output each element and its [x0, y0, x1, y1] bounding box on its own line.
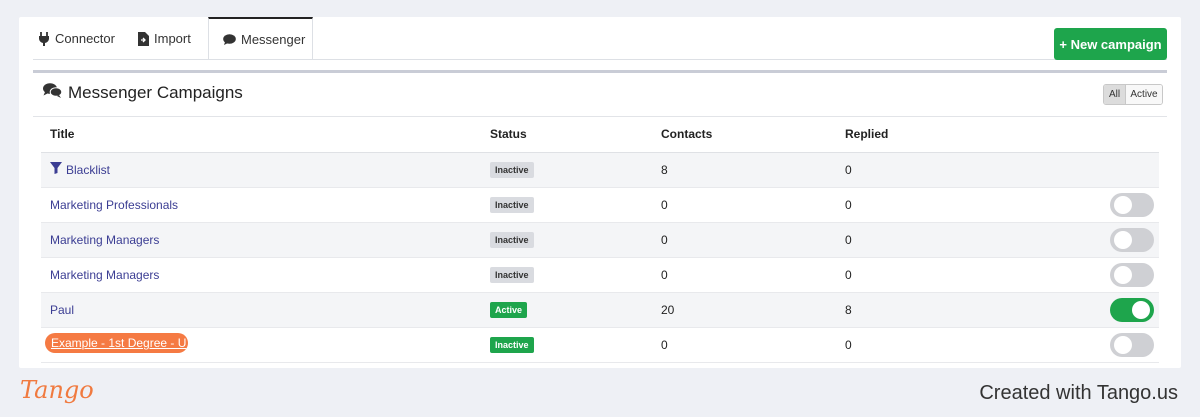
campaign-toggle[interactable] [1110, 332, 1154, 357]
column-header-toggle [1066, 117, 1159, 153]
status-badge: Inactive [490, 161, 534, 178]
campaign-toggle[interactable] [1110, 192, 1154, 217]
chat-bubble-icon [223, 33, 236, 46]
campaign-toggle[interactable] [1110, 297, 1154, 322]
campaign-link-highlighted[interactable]: Example - 1st Degree - U [45, 333, 188, 353]
tab-import[interactable]: Import [138, 17, 208, 60]
toggle-cell [1066, 292, 1159, 328]
toggle-knob [1114, 230, 1132, 249]
panel-title: Messenger Campaigns [43, 83, 243, 103]
new-campaign-button[interactable]: + New campaign [1054, 28, 1167, 60]
contacts-cell: 8 [652, 152, 836, 188]
title-cell: Marketing Managers [41, 222, 481, 258]
status-cell: Inactive [481, 222, 652, 258]
toggle-cell [1066, 257, 1159, 293]
campaign-toggle[interactable] [1110, 227, 1154, 252]
comments-icon [43, 83, 63, 103]
filter-icon [50, 162, 62, 177]
tab-messenger[interactable]: Messenger [208, 17, 313, 60]
campaign-link[interactable]: Marketing Professionals [50, 198, 178, 212]
tab-label: Connector [55, 31, 115, 46]
table-row: Marketing Managers Inactive 0 0 [41, 257, 1159, 293]
new-campaign-label: + New campaign [1059, 36, 1162, 52]
status-cell: Inactive [481, 327, 652, 363]
contacts-cell: 0 [652, 257, 836, 293]
toggle-cell [1066, 152, 1159, 188]
filter-active-button[interactable]: Active [1126, 85, 1162, 104]
title-cell: Marketing Professionals [41, 187, 481, 223]
table-row: Paul Active 20 8 [41, 292, 1159, 328]
status-cell: Inactive [481, 152, 652, 188]
toggle-knob [1114, 335, 1132, 354]
status-cell: Inactive [481, 187, 652, 223]
toggle-knob [1132, 300, 1150, 319]
campaigns-table: Title Status Contacts Replied Blacklist [41, 117, 1159, 363]
column-header-title[interactable]: Title [41, 117, 481, 153]
toggle-cell [1066, 222, 1159, 258]
status-cell: Active [481, 292, 652, 328]
tab-connector[interactable]: Connector [33, 17, 138, 60]
title-cell: Marketing Managers [41, 257, 481, 293]
table-row: Marketing Professionals Inactive 0 0 [41, 187, 1159, 223]
contacts-cell: 20 [652, 292, 836, 328]
panel-header: Messenger Campaigns All Active [33, 73, 1167, 117]
toggle-knob [1114, 265, 1132, 284]
title-cell: Paul [41, 292, 481, 328]
campaigns-panel: Messenger Campaigns All Active Title Sta… [33, 70, 1167, 368]
title-cell: Blacklist [41, 152, 481, 188]
replied-cell: 0 [836, 327, 1066, 363]
replied-cell: 0 [836, 257, 1066, 293]
contacts-cell: 0 [652, 222, 836, 258]
tango-logo: Tango [20, 376, 94, 404]
tab-bar: Connector Import Messenger [33, 17, 313, 60]
status-badge: Inactive [490, 231, 534, 248]
replied-cell: 0 [836, 187, 1066, 223]
toggle-cell [1066, 187, 1159, 223]
campaign-link[interactable]: Blacklist [66, 163, 110, 177]
status-badge: Inactive [490, 266, 534, 283]
tab-divider [33, 59, 1167, 60]
filter-all-button[interactable]: All [1104, 85, 1126, 104]
campaign-link[interactable]: Paul [50, 303, 74, 317]
contacts-cell: 0 [652, 187, 836, 223]
file-import-icon [138, 31, 149, 46]
title-cell: Example - 1st Degree - U [41, 327, 481, 363]
column-header-replied[interactable]: Replied [836, 117, 1066, 153]
toggle-cell [1066, 327, 1159, 363]
tab-label: Messenger [241, 32, 306, 47]
table-row: Example - 1st Degree - U Inactive 0 0 [41, 327, 1159, 363]
panel-title-text: Messenger Campaigns [68, 83, 243, 102]
campaign-link[interactable]: Marketing Managers [50, 268, 159, 282]
toggle-knob [1114, 195, 1132, 214]
tab-label: Import [154, 31, 191, 46]
contacts-cell: 0 [652, 327, 836, 363]
replied-cell: 0 [836, 222, 1066, 258]
campaign-toggle[interactable] [1110, 262, 1154, 287]
replied-cell: 0 [836, 152, 1066, 188]
status-badge: Active [490, 301, 528, 318]
plug-icon [38, 31, 50, 46]
status-badge: Inactive [490, 196, 534, 213]
replied-cell: 8 [836, 292, 1066, 328]
column-header-contacts[interactable]: Contacts [652, 117, 836, 153]
status-cell: Inactive [481, 257, 652, 293]
table-row: Marketing Managers Inactive 0 0 [41, 222, 1159, 258]
status-filter: All Active [1103, 84, 1163, 105]
campaigns-card: Connector Import Messenger + New campaig… [19, 17, 1181, 368]
table-row: Blacklist Inactive 8 0 [41, 152, 1159, 188]
status-badge: Inactive [490, 336, 534, 353]
footer: Tango Created with Tango.us [0, 370, 1200, 417]
campaign-link[interactable]: Marketing Managers [50, 233, 159, 247]
table-header-row: Title Status Contacts Replied [41, 117, 1159, 153]
tango-credit: Created with Tango.us [979, 382, 1178, 404]
column-header-status[interactable]: Status [481, 117, 652, 153]
